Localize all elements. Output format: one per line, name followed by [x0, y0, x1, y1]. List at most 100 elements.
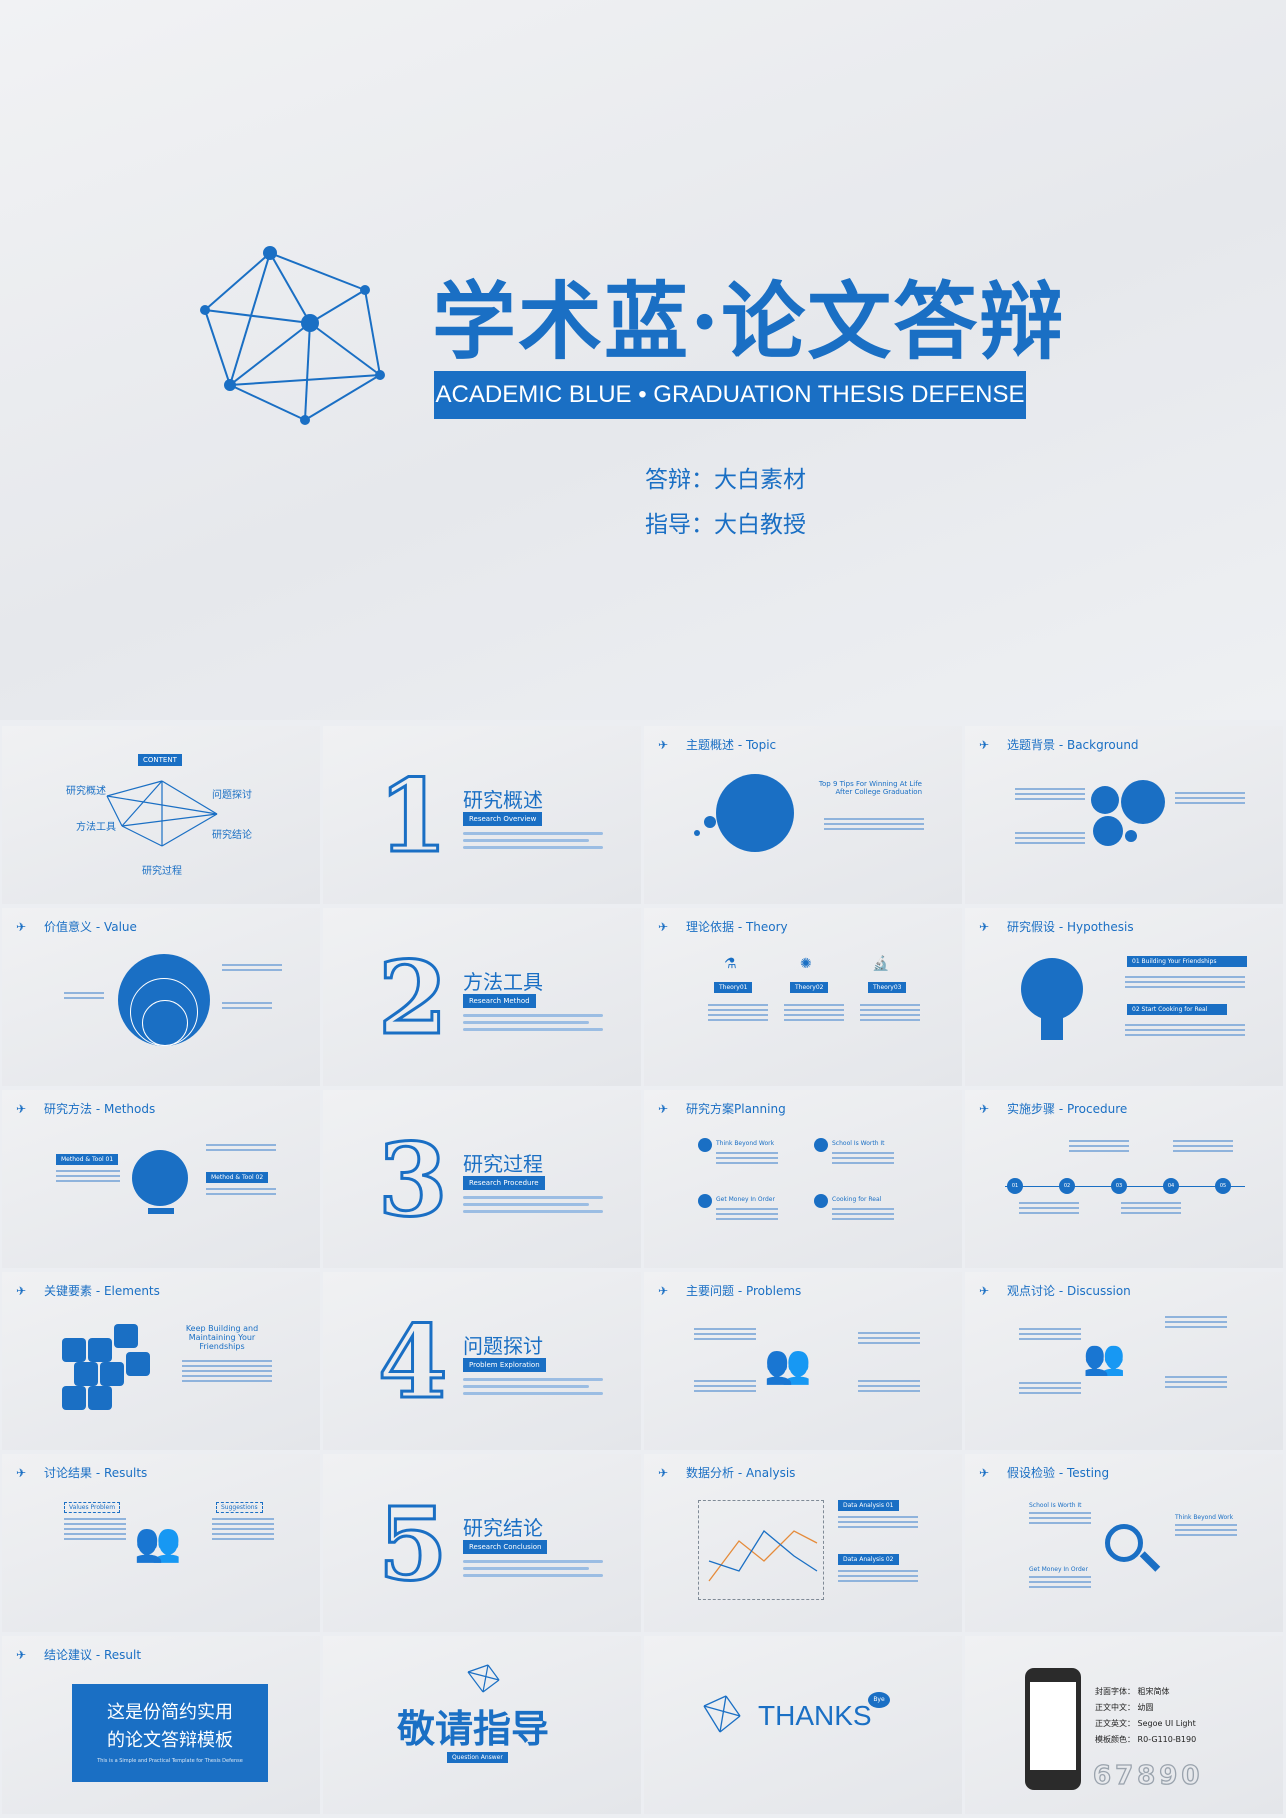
gear-icon: ✺	[800, 956, 812, 972]
lightbulb-icon	[1021, 958, 1083, 1020]
flask-icon: ⚗	[724, 956, 737, 972]
magnifier-handle-icon	[1139, 1551, 1161, 1572]
step-2: 02	[1059, 1178, 1075, 1194]
slide-thanks-guidance[interactable]: 敬请指导 Question Answer	[323, 1636, 641, 1814]
slide-results[interactable]: ✈ 讨论结果 - Results Values Problem Suggestio…	[2, 1454, 320, 1632]
section-number: 4	[377, 1303, 450, 1421]
body-text	[463, 1014, 603, 1035]
theory-tag-2: Theory02	[790, 982, 829, 993]
slide-header: ✈ 理论依据 - Theory	[658, 919, 788, 935]
slide-methods[interactable]: ✈ 研究方法 - Methods Method & Tool 01 Method …	[2, 1090, 320, 1268]
logo-icon: ✈	[16, 1647, 27, 1662]
slide-topic[interactable]: ✈ 主题概述 - Topic Top 9 Tips For Winning At …	[644, 726, 962, 904]
logo-icon: ✈	[979, 737, 990, 752]
toc-item-4: 研究结论	[212, 830, 252, 841]
slide-specs[interactable]: 封面字体： 粗宋简体 正文中文： 幼圆 正文英文： Segoe UI Light…	[965, 1636, 1283, 1814]
dot-icon	[704, 816, 716, 828]
hypothesis-tag-2: 02 Start Cooking for Real	[1127, 1004, 1227, 1015]
methods-tag-1: Method & Tool 01	[56, 1154, 119, 1165]
globe-icon	[132, 1150, 188, 1206]
slide-result[interactable]: ✈ 结论建议 - Result 这是份简约实用 的论文答辩模板 This is a…	[2, 1636, 320, 1814]
body-text	[463, 1378, 603, 1399]
spec-2: 正文中文： 幼圆	[1095, 1703, 1154, 1712]
logo-icon: ✈	[979, 1283, 990, 1298]
slide-header: ✈ 实施步骤 - Procedure	[979, 1101, 1128, 1117]
analysis-tag-1: Data Analysis 01	[838, 1500, 899, 1511]
slide-section-2[interactable]: 2 方法工具 Research Method	[323, 908, 641, 1086]
body-text	[64, 992, 104, 1002]
body-text	[182, 1360, 272, 1385]
body-text	[463, 832, 603, 853]
testing-label-2: Think Beyond Work	[1175, 1514, 1234, 1521]
slide-theory[interactable]: ✈ 理论依据 - Theory ⚗ ✺ 🔬 Theory01 Theory02 T…	[644, 908, 962, 1086]
logo-icon: ✈	[979, 919, 990, 934]
cover-slide: 学术蓝·论文答辩 ACADEMIC BLUE • GRADUATION THES…	[0, 0, 1286, 720]
logo-icon: ✈	[16, 1465, 27, 1480]
toc-item-2: 问题探讨	[212, 790, 252, 801]
slide-planning[interactable]: ✈ 研究方案Planning Think Beyond Work School I…	[644, 1090, 962, 1268]
section-subtitle: Research Conclusion	[463, 1540, 548, 1554]
slide-discussion[interactable]: ✈ 观点讨论 - Discussion 👥	[965, 1272, 1283, 1450]
body-text	[716, 1152, 778, 1167]
check-icon	[698, 1194, 712, 1208]
folder-icon	[1093, 816, 1123, 846]
section-title: 研究结论	[463, 1516, 543, 1540]
slide-thanks[interactable]: THANKS Bye	[644, 1636, 962, 1814]
slide-value[interactable]: ✈ 价值意义 - Value	[2, 908, 320, 1086]
slide-header: ✈ 讨论结果 - Results	[16, 1465, 148, 1481]
body-text	[1165, 1316, 1227, 1331]
slide-elements[interactable]: ✈ 关键要素 - Elements Keep Building and Maint…	[2, 1272, 320, 1450]
slide-procedure[interactable]: ✈ 实施步骤 - Procedure 01 02 03 04 05	[965, 1090, 1283, 1268]
spec-3: 正文英文： Segoe UI Light	[1095, 1719, 1196, 1728]
logo-icon: ✈	[658, 1283, 669, 1298]
body-text	[1029, 1512, 1091, 1527]
section-title: 研究过程	[463, 1152, 543, 1176]
analysis-tag-2: Data Analysis 02	[838, 1554, 899, 1565]
section-subtitle: Research Overview	[463, 812, 543, 826]
toc-tag: CONTENT	[138, 754, 182, 766]
slide-hypothesis[interactable]: ✈ 研究假设 - Hypothesis 01 Building Your Frie…	[965, 908, 1283, 1086]
slide-section-5[interactable]: 5 研究结论 Research Conclusion	[323, 1454, 641, 1632]
section-title: 方法工具	[463, 970, 543, 994]
toc-item-3: 方法工具	[76, 822, 116, 833]
result-box: 这是份简约实用 的论文答辩模板 This is a Simple and Pra…	[72, 1684, 268, 1782]
bank-icon	[1121, 780, 1165, 824]
slide-analysis[interactable]: ✈ 数据分析 - Analysis Data Analysis 01 Data A…	[644, 1454, 962, 1632]
slide-toc[interactable]: CONTENT 研究概述 问题探讨 方法工具 研究结论 研究过程	[2, 726, 320, 904]
slide-header: ✈ 主要问题 - Problems	[658, 1283, 802, 1299]
hex-icon	[62, 1338, 86, 1362]
body-text	[1015, 832, 1085, 847]
section-number: 5	[377, 1485, 450, 1603]
toc-item-5: 研究过程	[142, 866, 182, 877]
team-icon: 👥	[764, 1342, 812, 1386]
slide-section-4[interactable]: 4 问题探讨 Problem Exploration	[323, 1272, 641, 1450]
close-icon	[814, 1194, 828, 1208]
body-text	[1175, 1524, 1237, 1539]
slide-header: ✈ 研究方法 - Methods	[16, 1101, 156, 1117]
body-text	[1015, 788, 1085, 803]
body-text	[832, 1152, 894, 1167]
slide-section-1[interactable]: 1 研究概述 Research Overview	[323, 726, 641, 904]
slide-testing[interactable]: ✈ 假设检验 - Testing School Is Worth It Think…	[965, 1454, 1283, 1632]
slide-header: ✈ 价值意义 - Value	[16, 919, 137, 935]
hex-icon	[62, 1386, 86, 1410]
slide-background[interactable]: ✈ 选题背景 - Background	[965, 726, 1283, 904]
step-5: 05	[1215, 1178, 1231, 1194]
body-text	[1165, 1376, 1227, 1391]
dot-icon	[1125, 830, 1137, 842]
body-text	[832, 1208, 894, 1223]
logo-icon: ✈	[16, 1101, 27, 1116]
body-text	[206, 1188, 276, 1198]
slide-header: ✈ 主题概述 - Topic	[658, 737, 777, 753]
slide-problems[interactable]: ✈ 主要问题 - Problems 👥	[644, 1272, 962, 1450]
hex-icon	[74, 1362, 98, 1386]
cover-defender: 答辩：大白素材	[645, 467, 806, 493]
slide-header: ✈ 研究方案Planning	[658, 1101, 786, 1117]
result-line-1: 这是份简约实用	[107, 1702, 233, 1723]
body-text	[838, 1516, 918, 1531]
body-text	[838, 1570, 918, 1585]
body-text	[56, 1170, 120, 1185]
theory-tag-1: Theory01	[714, 982, 753, 993]
slide-section-3[interactable]: 3 研究过程 Research Procedure	[323, 1090, 641, 1268]
results-tag-1: Values Problem	[64, 1502, 121, 1513]
